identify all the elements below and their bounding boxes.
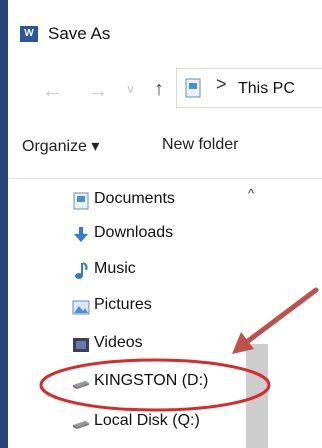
annotation-arrow	[232, 287, 319, 354]
annotation-circle	[39, 358, 271, 412]
annotation-overlay	[39, 287, 319, 412]
